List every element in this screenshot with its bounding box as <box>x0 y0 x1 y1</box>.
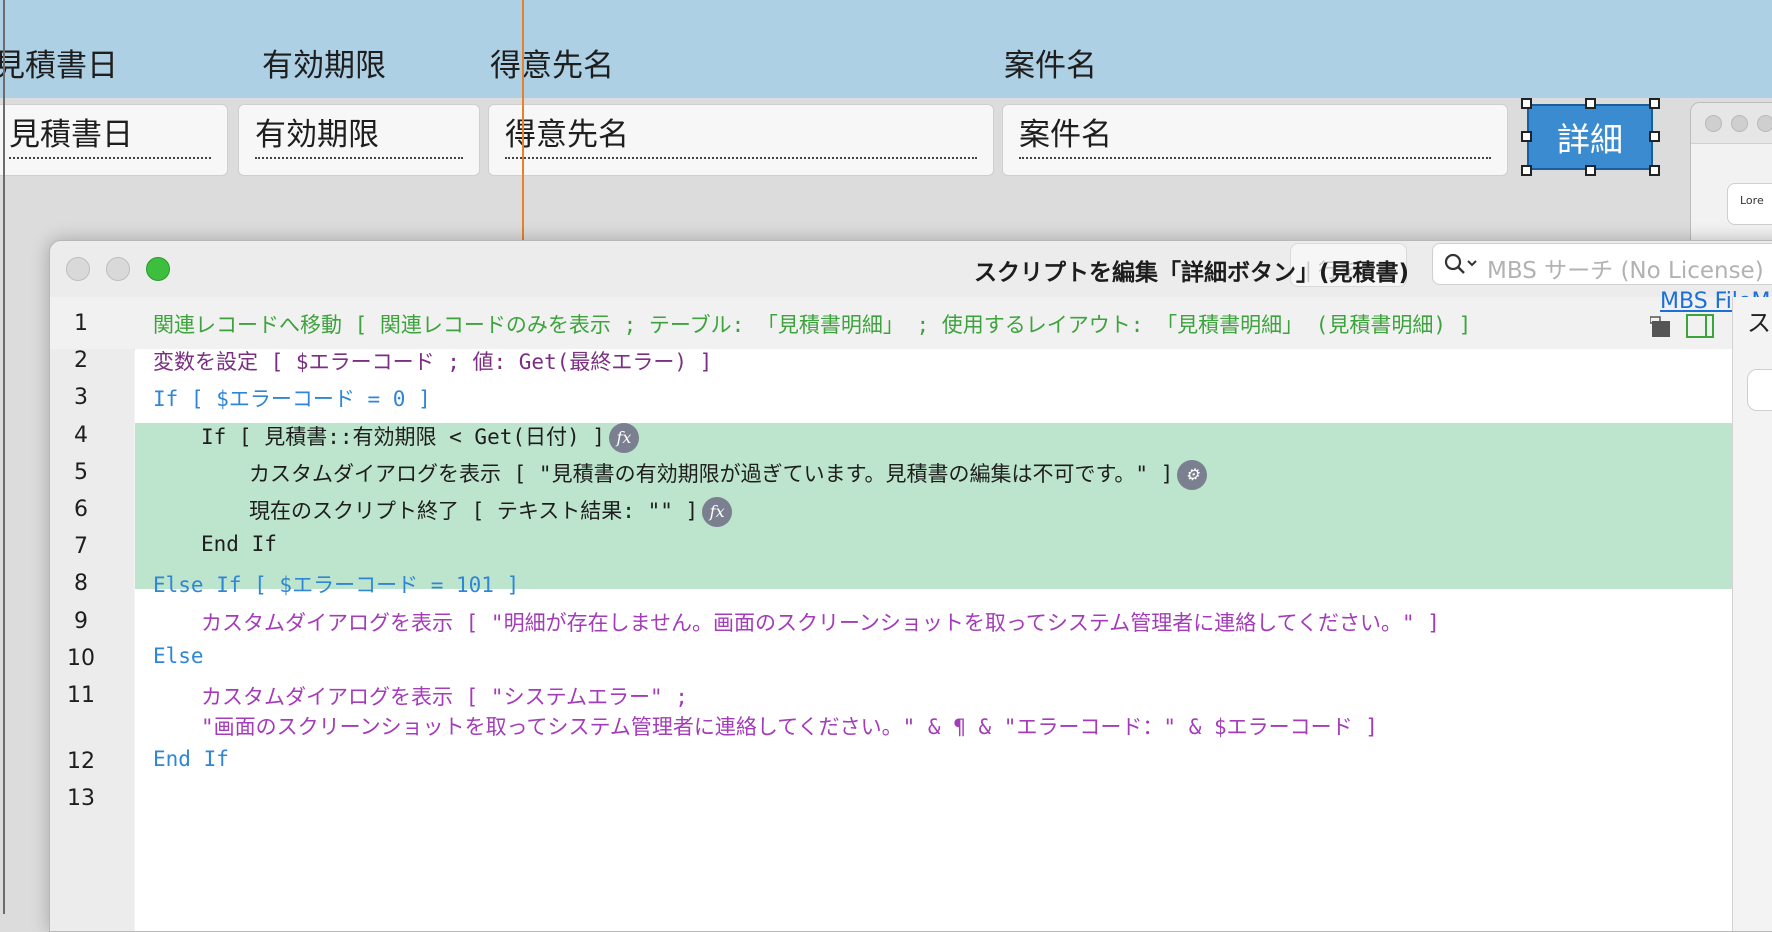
selection-handle[interactable] <box>1585 98 1596 109</box>
selection-handle[interactable] <box>1649 165 1660 176</box>
window-title: スクリプトを編集「詳細ボタン」(見積書) <box>974 260 1410 286</box>
script-line[interactable]: 10 Else <box>50 644 1732 683</box>
background-window-zoom-button[interactable] <box>1757 115 1772 132</box>
script-step-text: 現在のスクリプト終了 [ テキスト結果: "" ] fx <box>249 495 733 527</box>
script-step-text: "画面のスクリーンショットを取ってシステム管理者に連絡してください。" & ¶ … <box>201 715 1378 739</box>
line-number: 7 <box>74 534 88 559</box>
script-step-text: Else <box>153 644 204 668</box>
line-number: 3 <box>74 385 88 410</box>
fx-icon[interactable]: fx <box>608 423 639 453</box>
script-step-text: カスタムダイアログを表示 [ "システムエラー" ; <box>201 685 688 709</box>
mbs-search-field[interactable]: MBS サーチ (No License) <box>1432 243 1772 285</box>
background-window-close-button[interactable] <box>1705 115 1722 132</box>
script-step-text: カスタムダイアログを表示 [ "見積書の有効期限が過ぎています。見積書の編集は不… <box>249 458 1208 490</box>
layout-left-edge <box>3 0 5 914</box>
script-step-text: If [ $エラーコード = 0 ] <box>153 387 431 411</box>
script-step-text: 変数を設定 [ $エラーコード ; 値: Get(最終エラー) ] <box>153 350 713 374</box>
script-step-text: If [ 見積書::有効期限 < Get(日付) ] fx <box>201 421 639 453</box>
search-icon[interactable] <box>1443 252 1483 276</box>
script-line[interactable]: 5 カスタムダイアログを表示 [ "見積書の有効期限が過ぎています。見積書の編集は… <box>50 460 1732 497</box>
column-label-customer: 得意先名 <box>490 48 614 84</box>
line-number: 11 <box>67 683 95 708</box>
selection-handle[interactable] <box>1649 98 1660 109</box>
selection-handle[interactable] <box>1521 131 1532 142</box>
script-step-text: 関連レコードへ移動 [ 関連レコードのみを表示 ; テーブル: 「見積書明細」 … <box>153 313 1472 337</box>
selection-handle[interactable] <box>1521 165 1532 176</box>
field-expiry-label: 有効期限 <box>255 115 463 159</box>
line-number: 1 <box>74 311 88 336</box>
script-line[interactable]: 12 End If <box>50 747 1732 786</box>
field-quote-date[interactable]: 見積書日 <box>0 104 228 176</box>
script-line[interactable]: 6 現在のスクリプト終了 [ テキスト結果: "" ] fx <box>50 497 1732 534</box>
script-editor-titlebar[interactable]: | 行を スクリプトを編集「詳細ボタン」(見積書) MBS サーチ (No Li… <box>50 241 1772 298</box>
line-number: 4 <box>74 423 88 448</box>
field-customer-label: 得意先名 <box>505 115 977 159</box>
script-step-text: Else If [ $エラーコード = 101 ] <box>153 573 520 597</box>
field-quote-date-label: 見積書日 <box>9 115 211 159</box>
gear-icon[interactable]: ⚙ <box>1177 460 1208 490</box>
script-line[interactable]: 1 関連レコードへ移動 [ 関連レコードのみを表示 ; テーブル: 「見積書明細」… <box>50 311 1732 348</box>
field-project[interactable]: 案件名 <box>1002 104 1508 176</box>
selection-handle[interactable] <box>1585 165 1596 176</box>
line-number: 12 <box>67 749 95 774</box>
script-line[interactable]: 9 カスタムダイアログを表示 [ "明細が存在しません。画面のスクリーンショットを… <box>50 609 1732 646</box>
detail-button[interactable]: 詳細 <box>1527 104 1653 170</box>
column-label-project: 案件名 <box>1004 48 1097 84</box>
script-line[interactable]: 4 If [ 見積書::有効期限 < Get(日付) ] fx <box>50 423 1732 460</box>
script-line[interactable]: 2 変数を設定 [ $エラーコード ; 値: Get(最終エラー) ] <box>50 348 1732 385</box>
script-line[interactable]: 3 If [ $エラーコード = 0 ] <box>50 385 1732 422</box>
right-panel-control[interactable] <box>1747 369 1772 411</box>
right-side-panel: ス <box>1732 297 1772 931</box>
field-project-label: 案件名 <box>1019 115 1491 159</box>
script-line-continuation[interactable]: "画面のスクリーンショットを取ってシステム管理者に連絡してください。" & ¶ … <box>50 713 1732 750</box>
search-placeholder: MBS サーチ (No License) <box>1487 258 1764 284</box>
script-step-text: End If <box>201 532 277 556</box>
line-number: 5 <box>74 460 88 485</box>
script-line[interactable]: 7 End If <box>50 532 1732 571</box>
line-number: 8 <box>74 571 88 596</box>
window-zoom-button[interactable] <box>146 257 170 281</box>
line-number: 10 <box>67 646 95 671</box>
script-line[interactable]: 8 Else If [ $エラーコード = 101 ] <box>50 571 1732 608</box>
window-minimize-button[interactable] <box>106 257 130 281</box>
window-close-button[interactable] <box>66 257 90 281</box>
layout-guide-line[interactable] <box>522 0 524 240</box>
line-number: 6 <box>74 497 88 522</box>
script-editor-window: | 行を スクリプトを編集「詳細ボタン」(見積書) MBS サーチ (No Li… <box>49 240 1772 932</box>
field-customer[interactable]: 得意先名 <box>488 104 994 176</box>
right-panel-label: ス <box>1747 309 1771 337</box>
script-step-text: カスタムダイアログを表示 [ "明細が存在しません。画面のスクリーンショットを取… <box>201 611 1440 635</box>
script-step-text: End If <box>153 747 229 771</box>
column-label-expiry: 有効期限 <box>262 48 386 84</box>
field-expiry[interactable]: 有効期限 <box>238 104 480 176</box>
background-window-card[interactable]: Lore <box>1727 183 1772 225</box>
script-line[interactable]: 13 <box>50 786 1732 823</box>
background-window-minimize-button[interactable] <box>1731 115 1748 132</box>
selection-handle[interactable] <box>1521 98 1532 109</box>
column-label-quote-date: 見積書日 <box>0 48 118 84</box>
line-number: 13 <box>67 786 95 811</box>
line-number: 2 <box>74 348 88 373</box>
line-number: 9 <box>74 609 88 634</box>
selection-handle[interactable] <box>1649 131 1660 142</box>
fx-icon[interactable]: fx <box>702 497 733 527</box>
